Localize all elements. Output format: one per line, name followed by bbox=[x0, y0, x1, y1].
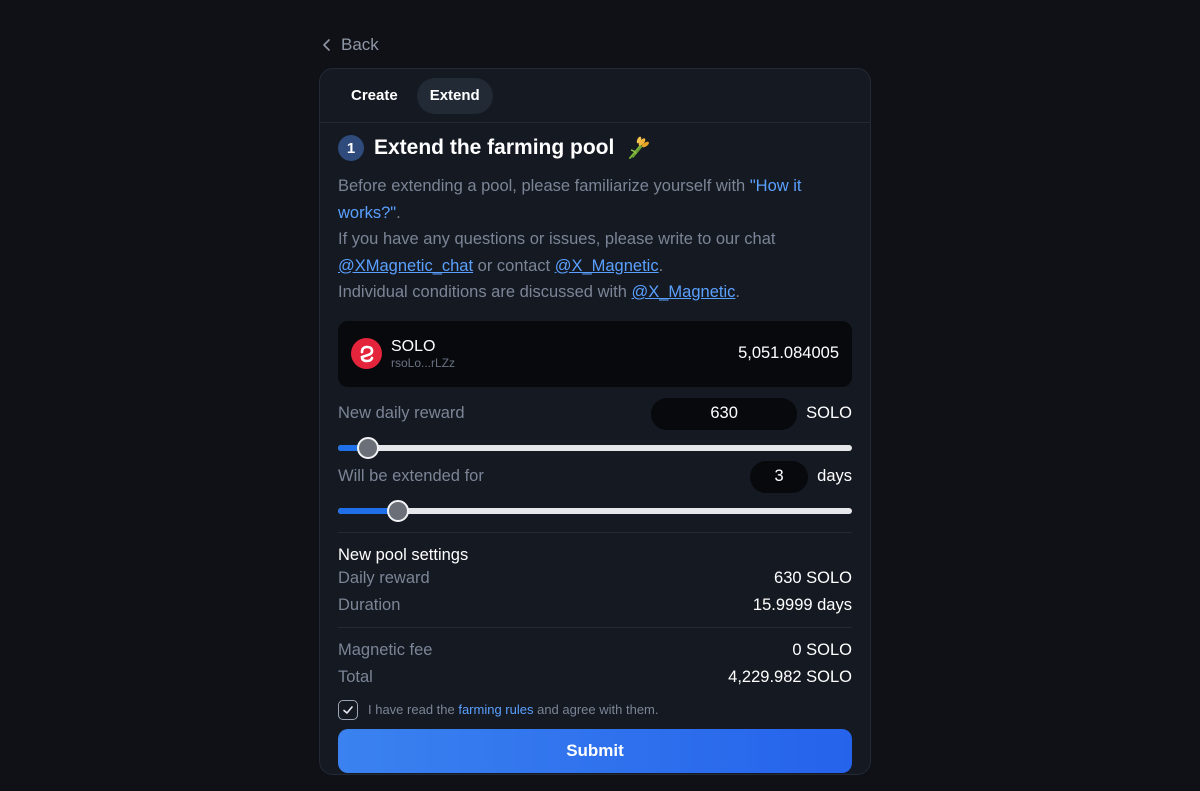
description-text: Before extending a pool, please familiar… bbox=[338, 177, 750, 195]
tab-create[interactable]: Create bbox=[338, 78, 411, 114]
setting-label: Duration bbox=[338, 595, 401, 614]
solo-token-icon bbox=[351, 338, 382, 369]
daily-reward-input[interactable]: 630 bbox=[651, 397, 798, 430]
slider-track bbox=[338, 507, 852, 514]
token-balance: 5,051.084005 bbox=[738, 344, 839, 362]
setting-label: Daily reward bbox=[338, 569, 430, 588]
agree-checkbox[interactable] bbox=[338, 699, 358, 720]
agreement-row: I have read the farming rules and agree … bbox=[338, 699, 852, 720]
extend-days-row: Will be extended for 3 days bbox=[338, 460, 852, 494]
divider bbox=[338, 531, 852, 533]
total-label: Total bbox=[338, 667, 373, 686]
slider-thumb[interactable] bbox=[357, 436, 380, 459]
farming-rules-link[interactable]: farming rules bbox=[458, 702, 533, 717]
extend-days-slider[interactable] bbox=[338, 499, 852, 523]
chat-link[interactable]: @XMagnetic_chat bbox=[338, 257, 473, 275]
description: Before extending a pool, please familiar… bbox=[338, 173, 852, 306]
tab-extend[interactable]: Extend bbox=[416, 77, 493, 114]
total-value: 4,229.982 SOLO bbox=[728, 667, 852, 686]
chevron-left-icon bbox=[323, 39, 330, 51]
daily-reward-slider[interactable] bbox=[338, 436, 852, 460]
step-number: 1 bbox=[338, 135, 364, 161]
slider-thumb[interactable] bbox=[387, 499, 410, 522]
fee-row-magnetic: Magnetic fee 0 SOLO bbox=[338, 638, 852, 665]
divider bbox=[338, 626, 852, 628]
token-selector[interactable]: SOLO rsoLo...rLZz 5,051.084005 bbox=[338, 320, 852, 387]
daily-reward-row: New daily reward 630 SOLO bbox=[338, 397, 852, 431]
token-name: SOLO bbox=[391, 337, 436, 355]
check-icon bbox=[343, 705, 353, 714]
fee-label: Magnetic fee bbox=[338, 641, 433, 660]
agreement-text: and agree with them. bbox=[533, 702, 659, 717]
description-text: or contact bbox=[473, 256, 555, 275]
description-text: . bbox=[735, 283, 740, 301]
extend-days-label: Will be extended for bbox=[338, 467, 484, 485]
setting-row-daily-reward: Daily reward 630 SOLO bbox=[338, 566, 852, 593]
description-text: Individual conditions are discussed with bbox=[338, 283, 632, 301]
new-settings-title: New pool settings bbox=[338, 545, 469, 564]
submit-button[interactable]: Submit bbox=[338, 728, 852, 773]
back-button[interactable]: Back bbox=[321, 35, 379, 55]
setting-value: 15.9999 days bbox=[752, 595, 852, 614]
fee-row-total: Total 4,229.982 SOLO bbox=[338, 664, 852, 691]
contact-link[interactable]: @X_Magnetic bbox=[555, 257, 659, 275]
description-text: . bbox=[396, 203, 401, 222]
daily-reward-unit: SOLO bbox=[806, 404, 852, 422]
agreement-text: I have read the bbox=[368, 702, 459, 717]
extend-pool-card: Create Extend 1 Extend the farming pool … bbox=[319, 68, 871, 775]
sheaf-of-rice-icon bbox=[629, 136, 650, 159]
page-title: Extend the farming pool bbox=[374, 136, 615, 159]
slider-track bbox=[338, 444, 852, 451]
extend-days-input[interactable]: 3 bbox=[750, 460, 809, 493]
conditions-contact-link[interactable]: @X_Magnetic bbox=[632, 283, 736, 301]
description-text: . bbox=[658, 256, 664, 275]
extend-days-unit: days bbox=[817, 467, 852, 485]
daily-reward-label: New daily reward bbox=[338, 404, 465, 422]
fee-value: 0 SOLO bbox=[792, 641, 852, 660]
token-address: rsoLo...rLZz bbox=[391, 355, 456, 370]
setting-value: 630 SOLO bbox=[774, 569, 852, 588]
description-text: If you have any questions or issues, ple… bbox=[338, 230, 776, 248]
setting-row-duration: Duration 15.9999 days bbox=[338, 592, 852, 619]
step-header: 1 Extend the farming pool bbox=[338, 133, 852, 163]
tab-bar: Create Extend bbox=[320, 69, 870, 123]
back-label: Back bbox=[341, 35, 379, 54]
